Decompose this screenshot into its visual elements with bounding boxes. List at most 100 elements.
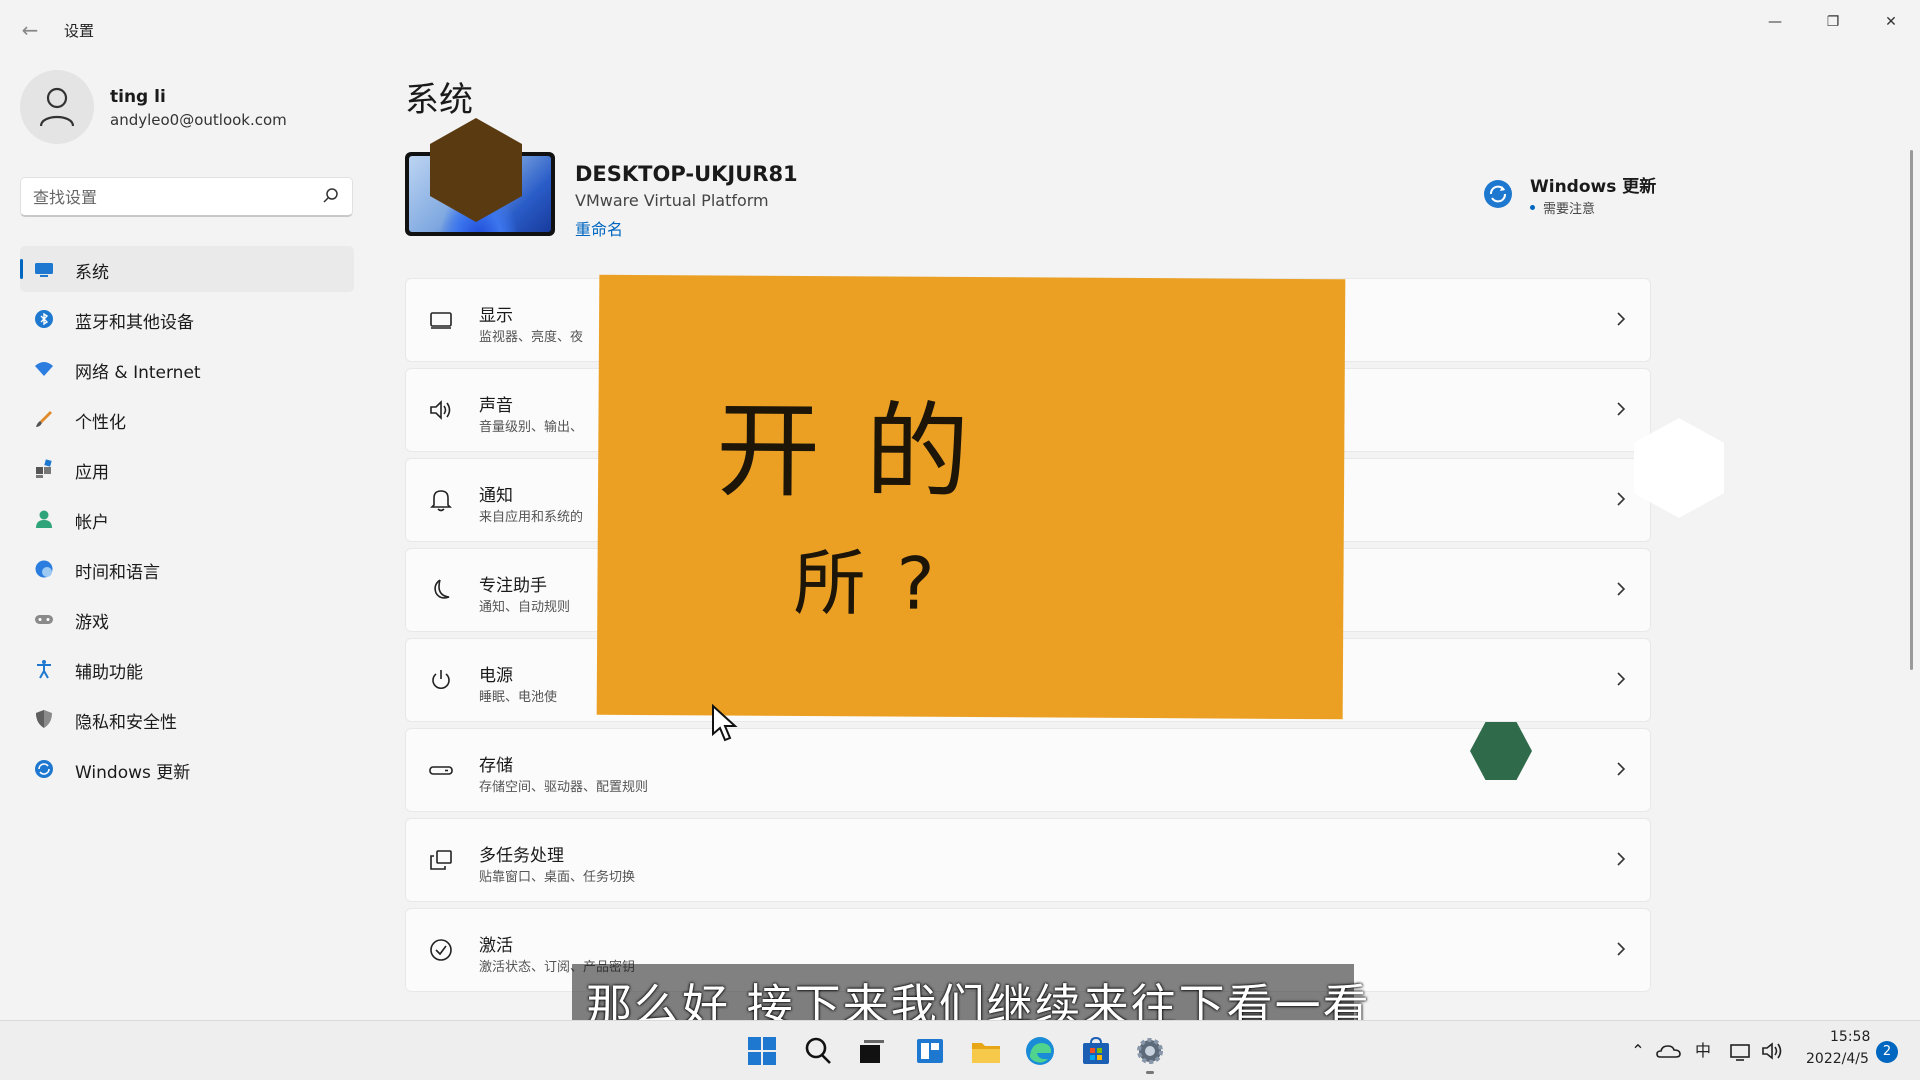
card-description: 通知、自动规则 [479, 600, 571, 615]
windows-update-title[interactable]: Windows 更新 [1530, 172, 1656, 197]
card-description: 睡眠、电池使 [479, 690, 558, 705]
apps-icon [36, 459, 52, 478]
search-input[interactable] [33, 186, 313, 208]
app-title: 设置 [64, 22, 95, 40]
accessibility-icon [37, 660, 51, 679]
chevron-up-icon[interactable]: ⌃ [1628, 1037, 1648, 1065]
sidebar-item-privacy[interactable]: 隐私和安全性 [20, 696, 354, 742]
title-bar: ← 设置 — ❐ ✕ [0, 0, 1920, 60]
search-icon[interactable] [322, 187, 340, 205]
display-icon [430, 312, 452, 329]
settings-window: ← 设置 — ❐ ✕ ting li andyleo0@outlook.com … [0, 0, 1920, 1020]
time-language-icon [35, 560, 53, 578]
overlay-text-line2: 所 ? [793, 540, 939, 626]
volume-icon[interactable] [1760, 1037, 1786, 1065]
sidebar-item-label: 游戏 [75, 613, 109, 633]
sidebar-item-bluetooth[interactable]: 蓝牙和其他设备 [20, 296, 354, 342]
chevron-right-icon [1617, 492, 1626, 506]
focus-moon-icon [434, 579, 450, 599]
search-box[interactable] [20, 177, 353, 217]
sound-icon [430, 400, 451, 420]
activation-check-icon [430, 939, 452, 961]
sidebar-item-label: 应用 [75, 463, 109, 483]
notification-badge[interactable]: 2 [1876, 1041, 1898, 1063]
sidebar-item-label: 时间和语言 [75, 563, 160, 583]
notification-bell-icon [430, 490, 452, 512]
windows-update-status-icon[interactable] [1484, 180, 1512, 208]
clock-date[interactable]: 2022/4/5 [1806, 1051, 1869, 1067]
sidebar-item-label: 个性化 [75, 413, 126, 433]
sidebar-item-label: 网络 & Internet [75, 363, 201, 383]
minimize-icon[interactable]: — [1752, 6, 1798, 38]
card-title: 声音 [479, 396, 513, 416]
ime-indicator[interactable]: 中 [1690, 1037, 1716, 1065]
chevron-right-icon [1617, 402, 1626, 416]
user-name: ting li [110, 87, 166, 107]
chevron-right-icon [1617, 672, 1626, 686]
device-model: VMware Virtual Platform [575, 191, 769, 210]
sidebar-item-label: Windows 更新 [75, 763, 191, 783]
clock-time[interactable]: 15:58 [1830, 1029, 1870, 1045]
onedrive-icon[interactable] [1656, 1037, 1682, 1065]
chevron-right-icon [1617, 852, 1626, 866]
sidebar-item-windows-update[interactable]: Windows 更新 [20, 746, 354, 792]
multitasking-icon [430, 850, 452, 870]
back-arrow-icon[interactable]: ← [18, 18, 42, 42]
sidebar-item-label: 蓝牙和其他设备 [75, 313, 194, 333]
network-status-icon[interactable] [1728, 1037, 1754, 1065]
close-icon[interactable]: ✕ [1868, 6, 1914, 38]
edge-icon[interactable] [1024, 1035, 1056, 1067]
windows-update-icon [35, 760, 53, 778]
storage-icon [429, 766, 453, 775]
sidebar-item-account[interactable]: 帐户 [20, 496, 354, 542]
sidebar-item-apps[interactable]: 应用 [20, 446, 354, 492]
sidebar-item-time-language[interactable]: 时间和语言 [20, 546, 354, 592]
card-storage[interactable]: 存储 存储空间、驱动器、配置规则 [405, 728, 1651, 812]
personalization-icon [36, 411, 52, 427]
bluetooth-icon [35, 310, 53, 328]
card-description: 音量级别、输出、 [479, 420, 584, 435]
restore-icon[interactable]: ❐ [1810, 6, 1856, 38]
card-description: 贴靠窗口、桌面、任务切换 [479, 870, 636, 885]
device-name: DESKTOP-UKJUR81 [575, 162, 798, 186]
card-title: 通知 [479, 486, 513, 506]
task-view-icon[interactable] [856, 1035, 888, 1067]
power-icon [432, 670, 450, 689]
avatar[interactable] [20, 70, 94, 144]
gaming-icon [35, 615, 53, 624]
privacy-icon [36, 710, 52, 728]
status-dot [1530, 205, 1535, 210]
taskbar: ⌃ 中 15:58 2022/4/5 2 [0, 1020, 1920, 1080]
card-title: 存储 [479, 756, 513, 776]
start-icon[interactable] [746, 1035, 778, 1067]
system-icon [35, 263, 53, 277]
chevron-right-icon [1617, 942, 1626, 956]
card-description: 监视器、亮度、夜 [479, 330, 584, 345]
card-description: 来自应用和系统的 [479, 510, 584, 525]
scrollbar[interactable] [1910, 150, 1913, 670]
chevron-right-icon [1617, 582, 1626, 596]
widgets-icon[interactable] [914, 1035, 946, 1067]
sidebar-item-personalization[interactable]: 个性化 [20, 396, 354, 442]
file-explorer-icon[interactable] [970, 1035, 1002, 1067]
sidebar-item-label: 系统 [75, 263, 109, 283]
card-title: 激活 [479, 936, 513, 956]
user-email: andyleo0@outlook.com [110, 111, 287, 129]
sidebar-item-label: 隐私和安全性 [75, 713, 177, 733]
overlay-text-line1: 开 的 [715, 389, 976, 514]
sidebar-item-network[interactable]: 网络 & Internet [20, 346, 354, 392]
store-icon[interactable] [1080, 1035, 1112, 1067]
windows-update-status: 需要注意 [1543, 202, 1596, 217]
settings-gear-icon[interactable] [1134, 1035, 1166, 1067]
page-title: 系统 [405, 80, 473, 120]
card-title: 显示 [479, 306, 513, 326]
rename-link[interactable]: 重命名 [575, 216, 623, 240]
orange-overlay-card: 开 的 所 ? [596, 274, 1346, 720]
card-multitasking[interactable]: 多任务处理 贴靠窗口、桌面、任务切换 [405, 818, 1651, 902]
sidebar-item-system[interactable]: 系统 [20, 246, 354, 292]
sidebar-item-label: 帐户 [75, 513, 109, 533]
card-title: 多任务处理 [479, 846, 564, 866]
search-icon[interactable] [802, 1035, 834, 1067]
sidebar-item-gaming[interactable]: 游戏 [20, 596, 354, 642]
sidebar-item-accessibility[interactable]: 辅助功能 [20, 646, 354, 692]
